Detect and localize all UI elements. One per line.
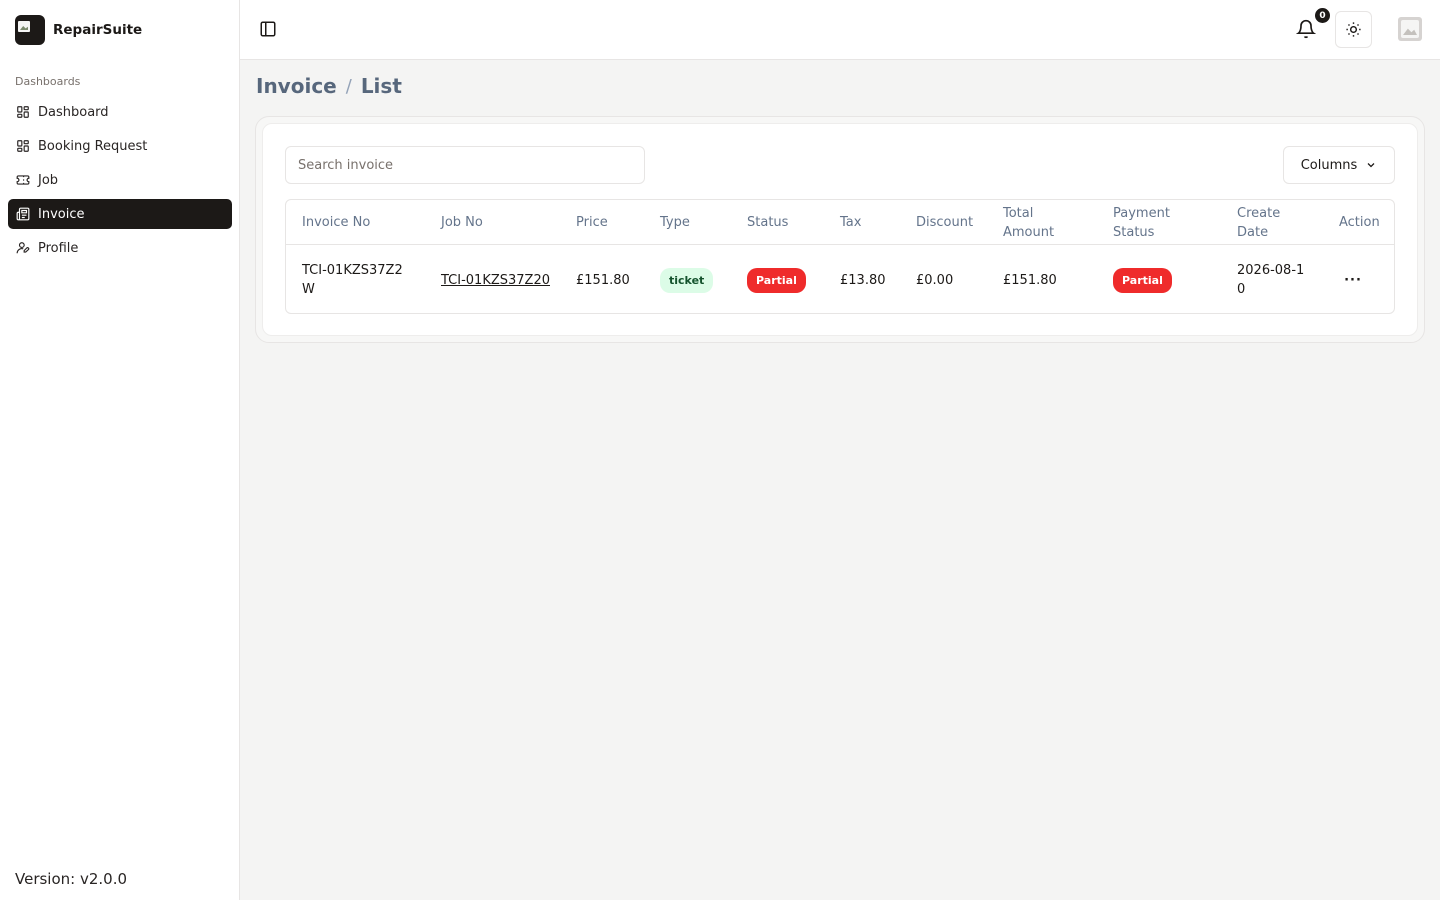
sidebar-item-label: Job xyxy=(38,172,59,188)
sidebar-item-label: Booking Request xyxy=(38,138,148,154)
status-badge: Partial xyxy=(747,267,806,293)
column-header-invoice-no[interactable]: Invoice No xyxy=(302,200,370,245)
notification-count-badge: 0 xyxy=(1315,8,1330,23)
cell-discount: £0.00 xyxy=(916,272,954,288)
theme-toggle-button[interactable] xyxy=(1335,11,1372,48)
grid-icon xyxy=(17,106,29,118)
cell-status: Partial xyxy=(747,245,806,313)
panel-left-icon xyxy=(260,21,276,37)
column-header-discount[interactable]: Discount xyxy=(916,200,973,245)
column-header-status[interactable]: Status xyxy=(747,200,788,245)
app-version: Version: v2.0.0 xyxy=(15,870,128,888)
column-header-price[interactable]: Price xyxy=(576,200,608,245)
newspaper-icon xyxy=(16,207,30,221)
column-header-job-no[interactable]: Job No xyxy=(441,200,483,245)
cell-tax: £13.80 xyxy=(840,272,886,288)
table-header: Invoice No Job No Price Type Status Tax … xyxy=(286,200,1394,245)
breadcrumb: Invoice / List xyxy=(256,74,402,98)
column-header-total-amount[interactable]: Total Amount xyxy=(1003,200,1083,245)
search-input[interactable] xyxy=(285,146,645,184)
column-header-tax[interactable]: Tax xyxy=(840,200,861,245)
job-link[interactable]: TCI-01KZS37Z20 xyxy=(441,271,550,290)
notifications-button[interactable] xyxy=(1295,18,1317,40)
cell-total-amount: £151.80 xyxy=(1003,272,1057,288)
user-avatar[interactable] xyxy=(1398,17,1422,41)
brand-name: RepairSuite xyxy=(53,22,143,38)
cell-create-date: 2026-08-10 xyxy=(1237,263,1305,297)
sidebar-item-booking-request[interactable]: Booking Request xyxy=(8,131,232,161)
cell-job-no: TCI-01KZS37Z20 xyxy=(441,245,551,313)
columns-button-label: Columns xyxy=(1300,157,1358,173)
cell-action: ··· xyxy=(1339,245,1367,313)
cell-price: £151.80 xyxy=(576,272,630,288)
sidebar-toggle-button[interactable] xyxy=(258,19,278,39)
column-header-create-date[interactable]: Create Date xyxy=(1237,200,1307,245)
user-edit-icon xyxy=(16,242,30,254)
ticket-icon xyxy=(16,175,30,185)
payment-status-badge: Partial xyxy=(1113,267,1172,293)
bell-icon xyxy=(1295,19,1317,39)
brand[interactable]: RepairSuite xyxy=(15,14,142,46)
grid-icon xyxy=(17,140,29,152)
type-badge: ticket xyxy=(660,267,714,293)
column-header-payment-status[interactable]: Payment Status xyxy=(1113,200,1198,245)
sidebar-nav: Dashboard Booking Request Job Invoice Pr… xyxy=(8,97,232,267)
breadcrumb-page: List xyxy=(360,74,402,98)
invoice-table: Invoice No Job No Price Type Status Tax … xyxy=(285,199,1395,314)
column-header-action: Action xyxy=(1339,215,1380,230)
row-actions-button[interactable]: ··· xyxy=(1339,268,1367,292)
breadcrumb-separator: / xyxy=(345,75,352,97)
sidebar-item-dashboard[interactable]: Dashboard xyxy=(8,97,232,127)
sidebar-item-profile[interactable]: Profile xyxy=(8,233,232,263)
sidebar-item-label: Invoice xyxy=(38,206,85,222)
sidebar-section-label: Dashboards xyxy=(15,75,81,88)
top-bar: 0 xyxy=(240,0,1440,60)
column-header-type[interactable]: Type xyxy=(660,200,690,245)
chevron-down-icon xyxy=(1367,163,1375,168)
cell-type: ticket xyxy=(660,245,714,313)
cell-payment-status: Partial xyxy=(1113,245,1172,313)
sidebar-item-label: Profile xyxy=(38,240,79,256)
sun-icon xyxy=(1346,22,1361,37)
sidebar: RepairSuite Dashboards Dashboard Booking… xyxy=(0,0,240,900)
cell-invoice-no: TCI-01KZS37Z2W xyxy=(302,263,403,297)
brand-logo xyxy=(15,15,45,45)
sidebar-item-label: Dashboard xyxy=(38,104,109,120)
breadcrumb-section[interactable]: Invoice xyxy=(256,74,337,98)
sidebar-item-job[interactable]: Job xyxy=(8,165,232,195)
sidebar-item-invoice[interactable]: Invoice xyxy=(8,199,232,229)
columns-button[interactable]: Columns xyxy=(1283,146,1395,184)
table-row[interactable]: TCI-01KZS37Z2W TCI-01KZS37Z20 £151.80 ti… xyxy=(286,245,1394,313)
